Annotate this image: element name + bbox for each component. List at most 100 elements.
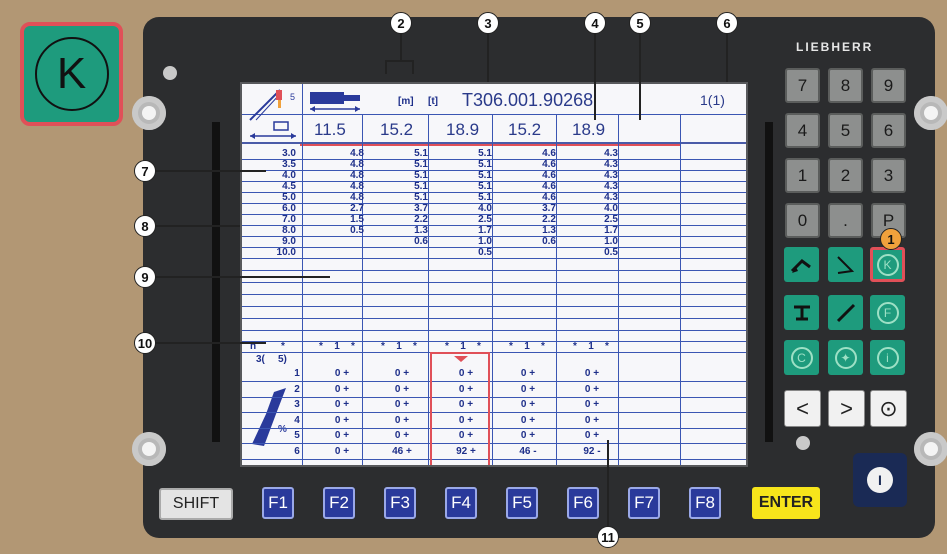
load-value: 4.3 (604, 192, 618, 203)
power-button[interactable]: I (853, 453, 907, 507)
load-value: 1.7 (604, 225, 618, 236)
keypad-key[interactable]: 8 (828, 68, 863, 103)
keypad-key[interactable]: 6 (871, 113, 906, 148)
c-key[interactable]: C (784, 340, 819, 375)
power-icon: I (867, 467, 893, 493)
right-slot (765, 122, 773, 442)
keypad-key[interactable]: 5 (828, 113, 863, 148)
row-divider (242, 170, 746, 171)
load-value: 2.5 (604, 214, 618, 225)
telescope-value: 0 + (520, 399, 536, 410)
row-divider (242, 458, 746, 460)
row-divider (242, 214, 746, 215)
compass-key[interactable]: ✦ (828, 340, 863, 375)
page-indicator: 1(1) (700, 92, 725, 108)
row-divider (242, 181, 746, 182)
load-value: 5.1 (414, 148, 428, 159)
load-value: 1.0 (604, 236, 618, 247)
radius-value: 3.0 (282, 148, 296, 159)
row-divider (242, 192, 746, 193)
telescope-value: 0 + (394, 368, 410, 379)
keypad-key[interactable]: 9 (871, 68, 906, 103)
telescope-value: 0 + (334, 383, 350, 395)
telescope-value: 0 + (584, 383, 600, 395)
function-key[interactable]: F8 (689, 487, 721, 519)
telescope-value: 0 + (520, 414, 536, 426)
row-divider (242, 318, 746, 319)
f-key[interactable]: F (870, 295, 905, 330)
k-key-callout: K (20, 22, 123, 126)
function-key[interactable]: F1 (262, 487, 294, 519)
keypad-key[interactable]: 4 (785, 113, 820, 148)
reeving-marker: * (541, 341, 545, 352)
function-key[interactable]: F2 (323, 487, 355, 519)
unit-tons-label: [t] (428, 96, 438, 107)
info-key[interactable]: i (870, 340, 905, 375)
load-value: 5.1 (478, 192, 492, 203)
radius-value: 8.0 (282, 225, 296, 236)
load-value: 4.6 (542, 170, 556, 181)
callout-8: 8 (134, 215, 156, 237)
section-count: 5) (278, 354, 287, 365)
load-value: 4.8 (350, 181, 364, 192)
section-label: 3( (256, 354, 265, 365)
telescope-value: 0 + (334, 368, 350, 379)
row-divider (242, 225, 746, 226)
keypad-key[interactable]: 1 (785, 158, 820, 193)
row-divider (242, 412, 746, 413)
arrow-left-key[interactable]: < (784, 390, 821, 427)
load-value: 0.5 (478, 247, 492, 258)
brand-logo: LIEBHERR (796, 40, 874, 54)
ok-key[interactable]: ⊙ (870, 390, 907, 427)
function-key[interactable]: F5 (506, 487, 538, 519)
load-value: 4.8 (350, 170, 364, 181)
telescope-value: 0 + (520, 383, 536, 395)
tele-key[interactable] (828, 295, 863, 330)
telescope-value: 0 + (334, 414, 350, 426)
telescope-value: 0 + (334, 445, 350, 457)
row-divider (242, 381, 746, 382)
keypad-key[interactable]: 2 (828, 158, 863, 193)
telescope-value: 0 + (394, 399, 410, 410)
k-key[interactable]: K (870, 247, 905, 282)
telescope-value: 92 - (583, 445, 601, 457)
radius-value: 6.0 (282, 203, 296, 214)
function-key[interactable]: F3 (384, 487, 416, 519)
keypad-key[interactable]: 0 (785, 203, 820, 238)
load-value: 4.8 (350, 192, 364, 203)
boom-angle-key[interactable] (784, 247, 819, 282)
right-bottom-mount (914, 432, 947, 466)
load-value: 1.3 (414, 225, 428, 236)
crane-up-icon (790, 258, 811, 273)
load-value: 0.5 (604, 247, 618, 258)
load-value: 4.6 (542, 148, 556, 159)
crane-boom-icon: 5 (249, 89, 296, 139)
load-value: 1.0 (478, 236, 492, 247)
telescope-value: 0 + (334, 399, 350, 410)
boom-lower-key[interactable] (828, 247, 863, 282)
load-value: 4.6 (542, 181, 556, 192)
shift-key[interactable]: SHIFT (159, 488, 233, 520)
telescope-section: 6 (294, 445, 300, 457)
keypad-key[interactable]: . (828, 203, 863, 238)
load-value: 2.7 (350, 203, 364, 214)
load-value: 0.5 (350, 225, 364, 236)
k-key-label: K (876, 253, 899, 276)
function-key[interactable]: F4 (445, 487, 477, 519)
telescope-value: 0 + (334, 430, 350, 441)
load-chart-display: 5 [m] [t] T306.001.90268 1(1) 11.5 15.2 … (240, 82, 748, 467)
keypad-key[interactable]: 3 (871, 158, 906, 193)
enter-key[interactable]: ENTER (752, 487, 820, 519)
led-indicator (163, 66, 177, 80)
arrow-right-key[interactable]: > (828, 390, 865, 427)
function-key[interactable]: F6 (567, 487, 599, 519)
telescope-value: 0 + (584, 368, 600, 379)
row-divider (242, 258, 746, 259)
callout-10: 10 (134, 332, 156, 354)
info-icon: i (876, 346, 899, 369)
function-key[interactable]: F7 (628, 487, 660, 519)
left-top-mount (132, 96, 166, 130)
keypad-key[interactable]: 7 (785, 68, 820, 103)
load-value: 5.1 (478, 170, 492, 181)
hook-key[interactable] (784, 295, 819, 330)
